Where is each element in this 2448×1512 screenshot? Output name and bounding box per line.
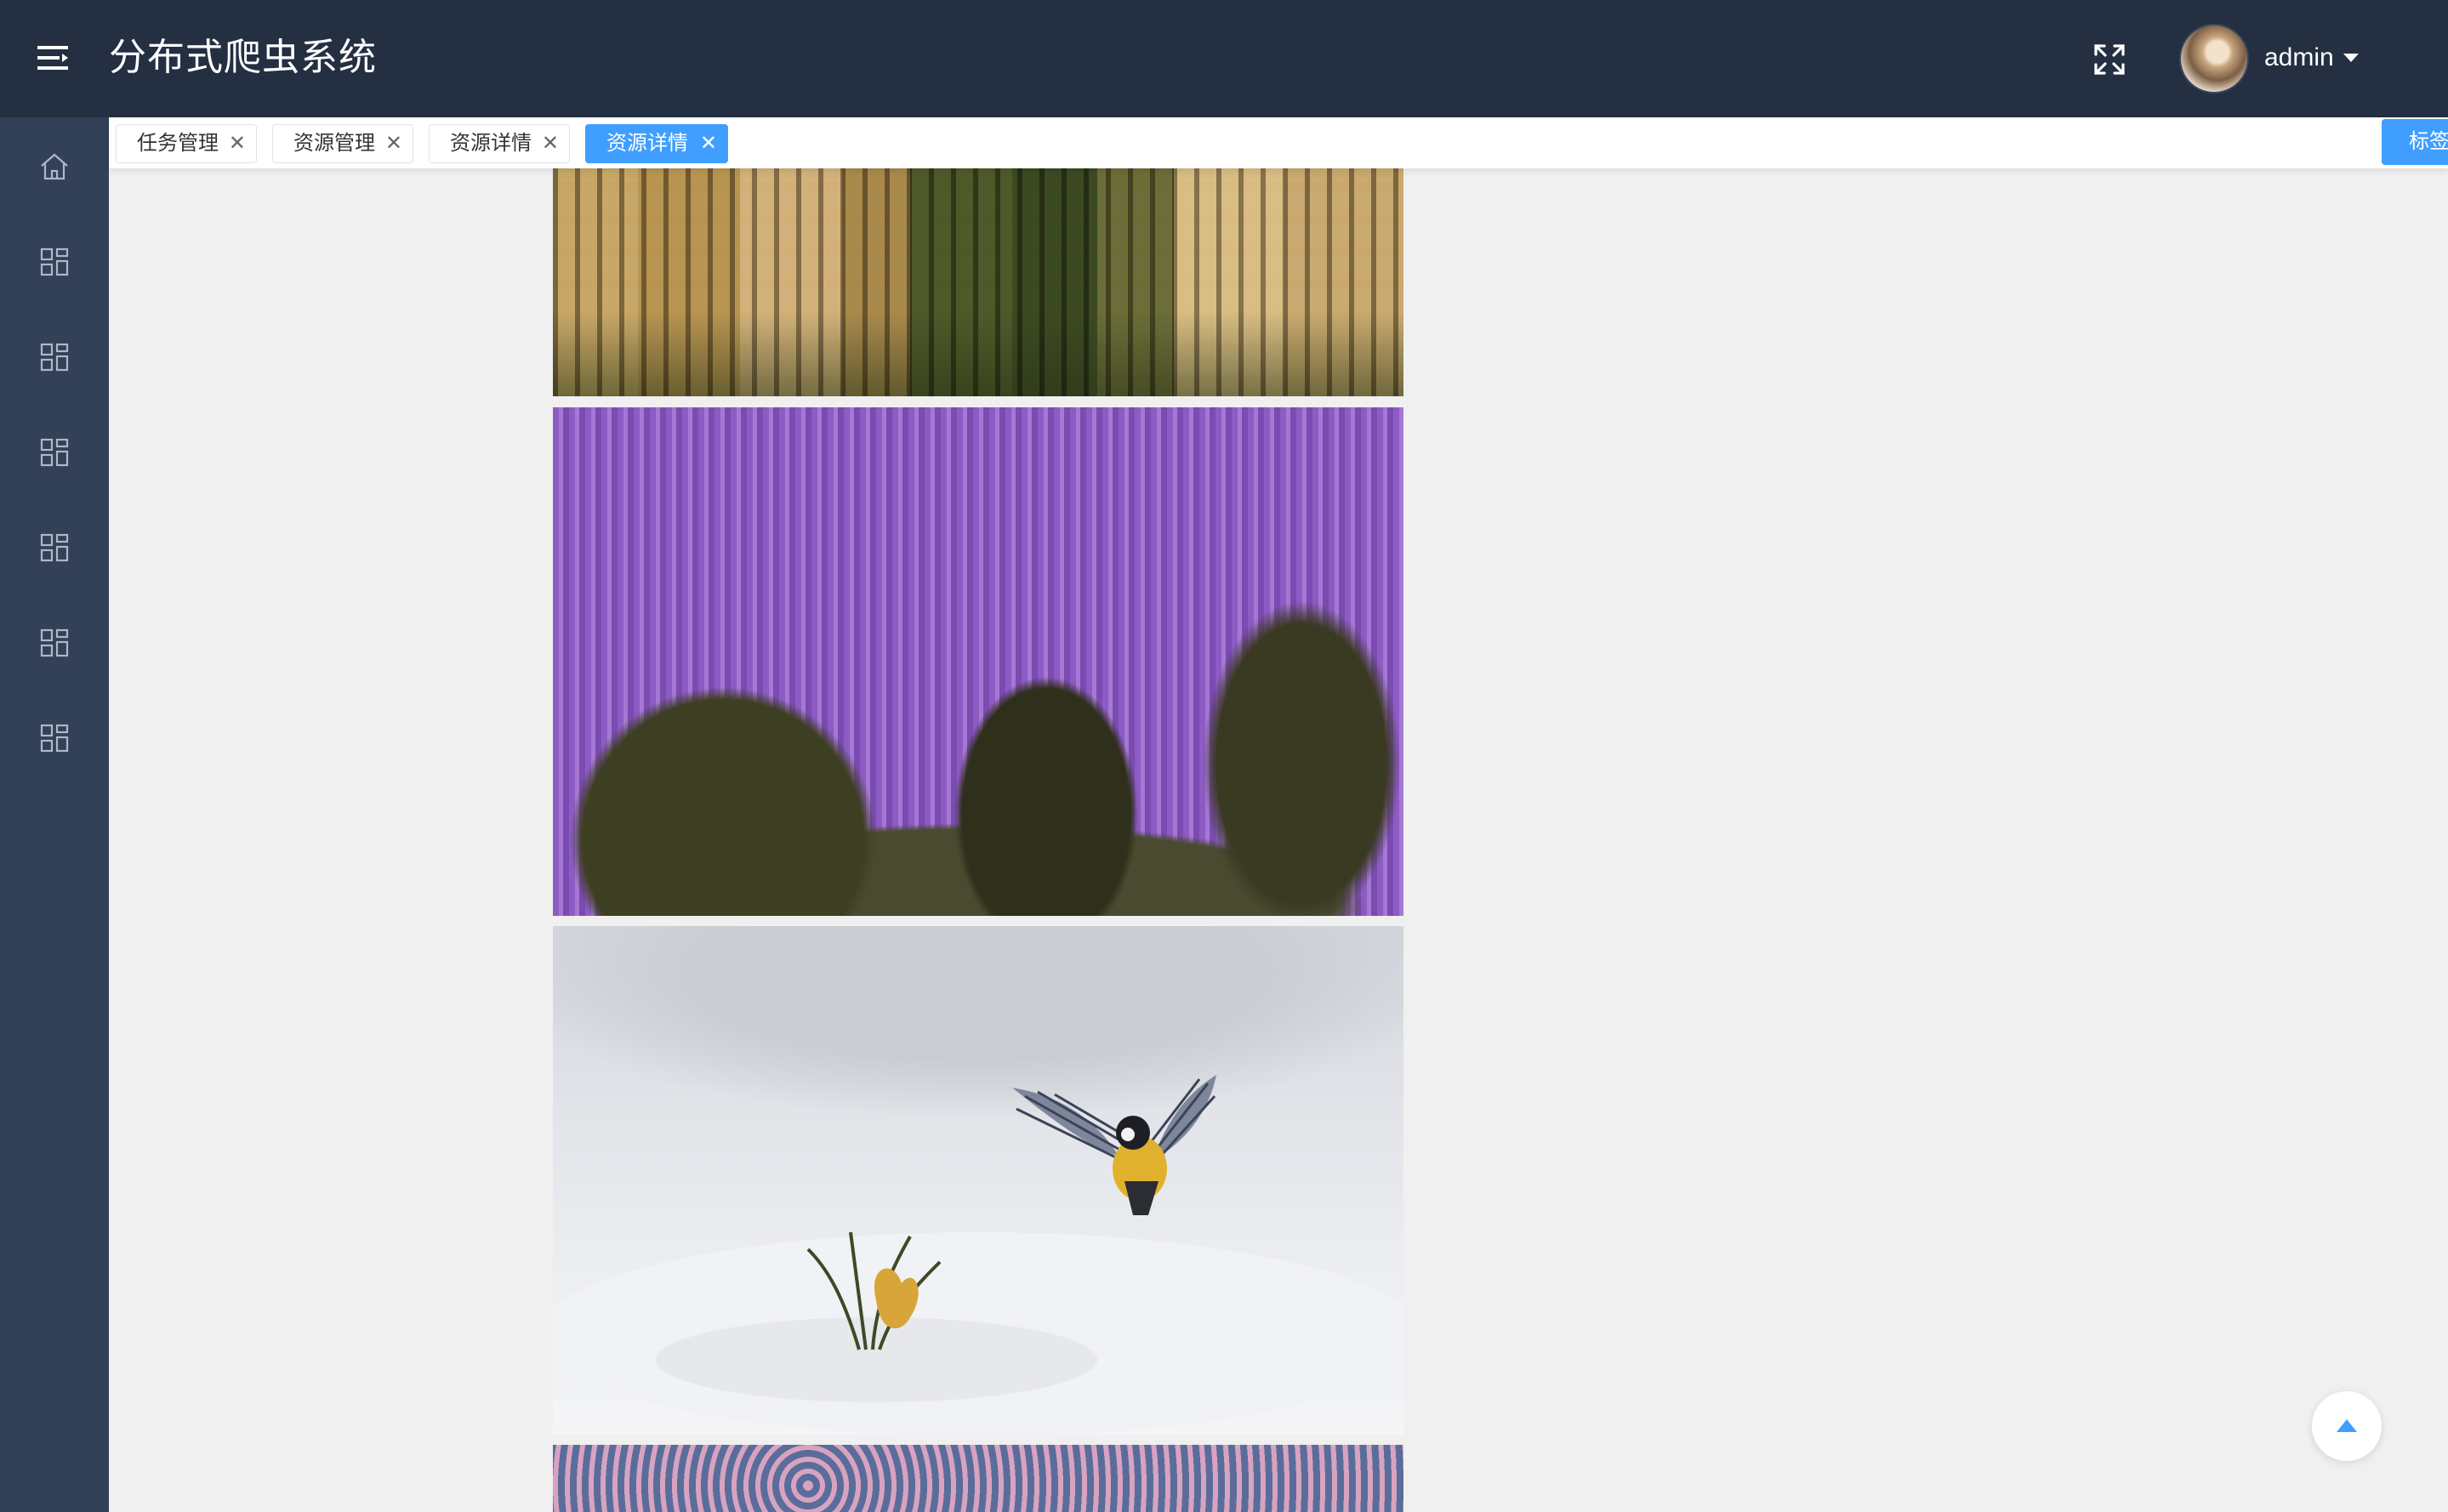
grid-icon bbox=[40, 533, 69, 562]
close-icon[interactable]: ✕ bbox=[385, 125, 402, 162]
home-icon bbox=[41, 153, 68, 180]
tag-resource-detail-active[interactable]: 资源详情 ✕ bbox=[585, 124, 728, 163]
sidebar-item-3[interactable] bbox=[0, 403, 109, 498]
main-content bbox=[109, 168, 2448, 1512]
close-icon[interactable]: ✕ bbox=[542, 125, 559, 162]
grid-icon bbox=[40, 343, 69, 372]
cherry-blossom-photo bbox=[553, 1445, 1403, 1512]
app-title: 分布式爬虫系统 bbox=[109, 37, 377, 78]
grid-icon bbox=[40, 724, 69, 753]
tag-options-button[interactable]: 标签选项 bbox=[2382, 119, 2448, 165]
tag-label: 资源详情 bbox=[606, 132, 688, 155]
grid-icon bbox=[40, 628, 69, 657]
sidebar-item-home[interactable] bbox=[0, 117, 109, 213]
sidebar-item-5[interactable] bbox=[0, 594, 109, 689]
top-header: 分布式爬虫系统 admin bbox=[0, 0, 2448, 117]
tag-resource-detail[interactable]: 资源详情 ✕ bbox=[429, 124, 570, 163]
sidebar-item-4[interactable] bbox=[0, 498, 109, 594]
tag-label: 资源管理 bbox=[293, 132, 375, 155]
bird-over-snow-photo bbox=[553, 926, 1403, 1435]
tag-label: 任务管理 bbox=[137, 132, 219, 155]
sidebar-item-2[interactable] bbox=[0, 308, 109, 403]
back-to-top-button[interactable] bbox=[2312, 1391, 2382, 1461]
arrow-up-icon bbox=[2337, 1419, 2357, 1432]
user-avatar[interactable] bbox=[2179, 24, 2249, 94]
sidebar bbox=[0, 117, 109, 1512]
tag-resource-management[interactable]: 资源管理 ✕ bbox=[272, 124, 413, 163]
tag-options-label: 标签选项 bbox=[2409, 130, 2448, 153]
user-name-dropdown[interactable]: admin bbox=[2264, 39, 2334, 77]
tag-task-management[interactable]: 任务管理 ✕ bbox=[116, 124, 257, 163]
caret-down-icon[interactable] bbox=[2343, 54, 2359, 62]
close-icon[interactable]: ✕ bbox=[700, 125, 717, 162]
parisian-buildings-photo bbox=[553, 168, 1403, 396]
grid-icon bbox=[40, 247, 69, 276]
sidebar-item-6[interactable] bbox=[0, 689, 109, 784]
tag-label: 资源详情 bbox=[450, 132, 532, 155]
tags-bar: 任务管理 ✕ 资源管理 ✕ 资源详情 ✕ 资源详情 ✕ 标签选项 bbox=[109, 117, 2448, 168]
close-icon[interactable]: ✕ bbox=[229, 125, 246, 162]
fullscreen-icon[interactable] bbox=[2092, 43, 2126, 77]
hamburger-menu-icon[interactable] bbox=[37, 44, 70, 71]
purple-wisteria-photo bbox=[553, 407, 1403, 916]
grid-icon bbox=[40, 438, 69, 467]
sidebar-item-1[interactable] bbox=[0, 213, 109, 308]
